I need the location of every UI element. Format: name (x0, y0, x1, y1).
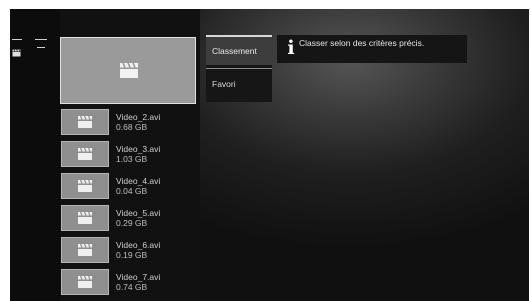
video-size: 0.68 GB (116, 122, 148, 132)
list-item[interactable]: Video_3.avi 1.03 GB (59, 139, 199, 171)
clapperboard-icon (78, 211, 92, 224)
video-name: Video_5.avi (116, 208, 161, 218)
video-name: Video_3.avi (116, 144, 161, 154)
list-item[interactable]: Video_2.avi 0.68 GB (59, 107, 199, 139)
video-size: 0.29 GB (116, 218, 148, 228)
nav-indicator-line (12, 39, 22, 40)
video-name: Video_6.avi (116, 240, 161, 250)
video-name: Video_4.avi (116, 176, 161, 186)
video-thumbnail (61, 173, 109, 199)
list-item[interactable]: Video_4.avi 0.04 GB (59, 171, 199, 203)
clapperboard-icon (120, 62, 138, 78)
video-category-icon[interactable] (12, 49, 21, 57)
clapperboard-icon (78, 147, 92, 160)
nav-indicator-line (35, 39, 47, 40)
video-thumbnail (61, 109, 109, 135)
video-thumbnail (61, 141, 109, 167)
clapperboard-icon (78, 275, 92, 288)
help-tooltip: i Classer selon des critères précis. (277, 35, 467, 63)
list-item[interactable]: Video_5.avi 0.29 GB (59, 203, 199, 235)
video-name: Video_7.avi (116, 272, 161, 282)
video-thumbnail (61, 269, 109, 295)
video-size: 0.74 GB (116, 282, 148, 292)
options-menu: Classement Favori (206, 35, 272, 102)
video-thumbnail (61, 205, 109, 231)
clapperboard-icon (78, 179, 92, 192)
left-nav-strip (10, 9, 60, 301)
video-size: 0.19 GB (116, 250, 148, 260)
video-thumbnail (61, 237, 109, 263)
menu-item-classement[interactable]: Classement (206, 35, 272, 65)
info-icon: i (287, 37, 295, 59)
selected-video-thumbnail[interactable] (60, 37, 196, 104)
media-browser-screen: Video_2.avi 0.68 GB Video_3.avi 1.03 GB … (10, 9, 529, 301)
list-item[interactable]: Video_7.avi 0.74 GB (59, 267, 199, 299)
video-name: Video_2.avi (116, 112, 161, 122)
video-list: Video_2.avi 0.68 GB Video_3.avi 1.03 GB … (59, 107, 199, 299)
list-item[interactable]: Video_6.avi 0.19 GB (59, 235, 199, 267)
menu-item-favori[interactable]: Favori (206, 68, 272, 98)
clapperboard-icon (78, 115, 92, 128)
video-size: 0.04 GB (116, 186, 148, 196)
video-size: 1.03 GB (116, 154, 148, 164)
help-text: Classer selon des critères précis. (299, 38, 425, 48)
nav-indicator-line (37, 47, 45, 48)
clapperboard-icon (78, 243, 92, 256)
